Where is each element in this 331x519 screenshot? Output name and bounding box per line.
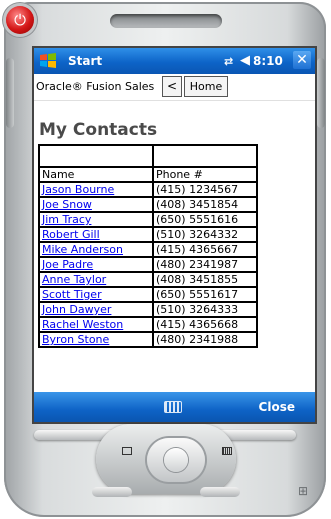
contact-link[interactable]: Byron Stone (42, 333, 109, 346)
name-filter-cell[interactable] (38, 144, 154, 168)
contact-link[interactable]: Rachel Weston (42, 318, 123, 331)
windows-flag-icon[interactable] (39, 52, 57, 70)
table-row: Joe Padre (480) 2341987 (38, 256, 258, 273)
device-screen: Start ⇄ ◀ 8:10 ✕ Oracle® Fusion Sales < … (34, 48, 315, 422)
soft-key-bar: Close (34, 392, 315, 422)
table-header-row: Name Phone # (38, 166, 258, 183)
table-row: Anne Taylor (408) 3451855 (38, 271, 258, 288)
keyboard-icon[interactable] (164, 401, 182, 413)
title-bar: Start ⇄ ◀ 8:10 ✕ (34, 48, 315, 74)
phone-filter-cell[interactable] (152, 144, 258, 168)
phone-cell: (408) 3451854 (152, 196, 258, 213)
phone-cell: (480) 2341988 (152, 331, 258, 348)
right-side-key[interactable] (317, 58, 325, 128)
back-button[interactable]: < (162, 76, 182, 97)
phone-cell: (415) 4365667 (152, 241, 258, 258)
windows-logo-icon: ⊞ (298, 484, 309, 498)
power-button[interactable]: ⏻ (6, 6, 34, 34)
phone-cell: (408) 3451855 (152, 271, 258, 288)
pocket-pc-device: ⏻ Start ⇄ ◀ 8:10 ✕ Oracle® Fusion Sales … (0, 0, 331, 519)
phone-cell: (415) 4365668 (152, 316, 258, 333)
contacts-table: Name Phone # Jason Bourne (415) 1234567 J… (38, 144, 258, 348)
speaker-grille (110, 14, 222, 28)
action-button[interactable] (164, 448, 188, 472)
contact-link[interactable]: Mike Anderson (42, 243, 123, 256)
call-key[interactable] (92, 487, 132, 497)
table-row: John Dawyer (510) 3264333 (38, 301, 258, 318)
contact-link[interactable]: Robert Gill (42, 228, 100, 241)
contact-link[interactable]: Joe Padre (42, 258, 93, 271)
phone-cell: (650) 5551616 (152, 211, 258, 228)
home-button[interactable]: Home (184, 76, 228, 97)
table-row: Scott Tiger (650) 5551617 (38, 286, 258, 303)
contact-link[interactable]: Joe Snow (42, 198, 92, 211)
contact-link[interactable]: Jason Bourne (42, 183, 114, 196)
app-name-label: Oracle® Fusion Sales (36, 80, 155, 93)
volume-icon[interactable]: ◀ (240, 53, 250, 68)
left-side-key[interactable] (6, 58, 14, 128)
page-title: My Contacts (39, 120, 158, 140)
close-icon[interactable]: ✕ (293, 51, 311, 69)
table-row: Joe Snow (408) 3451854 (38, 196, 258, 213)
table-row: Rachel Weston (415) 4365668 (38, 316, 258, 333)
table-row: Byron Stone (480) 2341988 (38, 331, 258, 348)
column-header-phone: Phone # (152, 166, 258, 183)
contact-link[interactable]: Jim Tracy (42, 213, 91, 226)
start-menu-label[interactable]: Start (68, 54, 102, 68)
filter-row (38, 144, 258, 168)
contact-link[interactable]: Scott Tiger (42, 288, 102, 301)
end-key[interactable] (200, 487, 240, 497)
table-row: Jason Bourne (415) 1234567 (38, 181, 258, 198)
phone-cell: (510) 3264332 (152, 226, 258, 243)
close-soft-key[interactable]: Close (259, 400, 295, 414)
column-header-name: Name (38, 166, 154, 183)
calendar-key-icon[interactable] (122, 447, 132, 455)
contacts-key-icon[interactable] (222, 447, 232, 455)
contact-link[interactable]: Anne Taylor (42, 273, 106, 286)
table-row: Robert Gill (510) 3264332 (38, 226, 258, 243)
phone-cell: (480) 2341987 (152, 256, 258, 273)
phone-cell: (510) 3264333 (152, 301, 258, 318)
phone-cell: (415) 1234567 (152, 181, 258, 198)
table-row: Jim Tracy (650) 5551616 (38, 211, 258, 228)
clock[interactable]: 8:10 (253, 54, 283, 68)
contact-link[interactable]: John Dawyer (42, 303, 111, 316)
connectivity-icon[interactable]: ⇄ (224, 55, 233, 68)
phone-cell: (650) 5551617 (152, 286, 258, 303)
app-nav-bar: Oracle® Fusion Sales < Home (34, 74, 315, 101)
table-row: Mike Anderson (415) 4365667 (38, 241, 258, 258)
